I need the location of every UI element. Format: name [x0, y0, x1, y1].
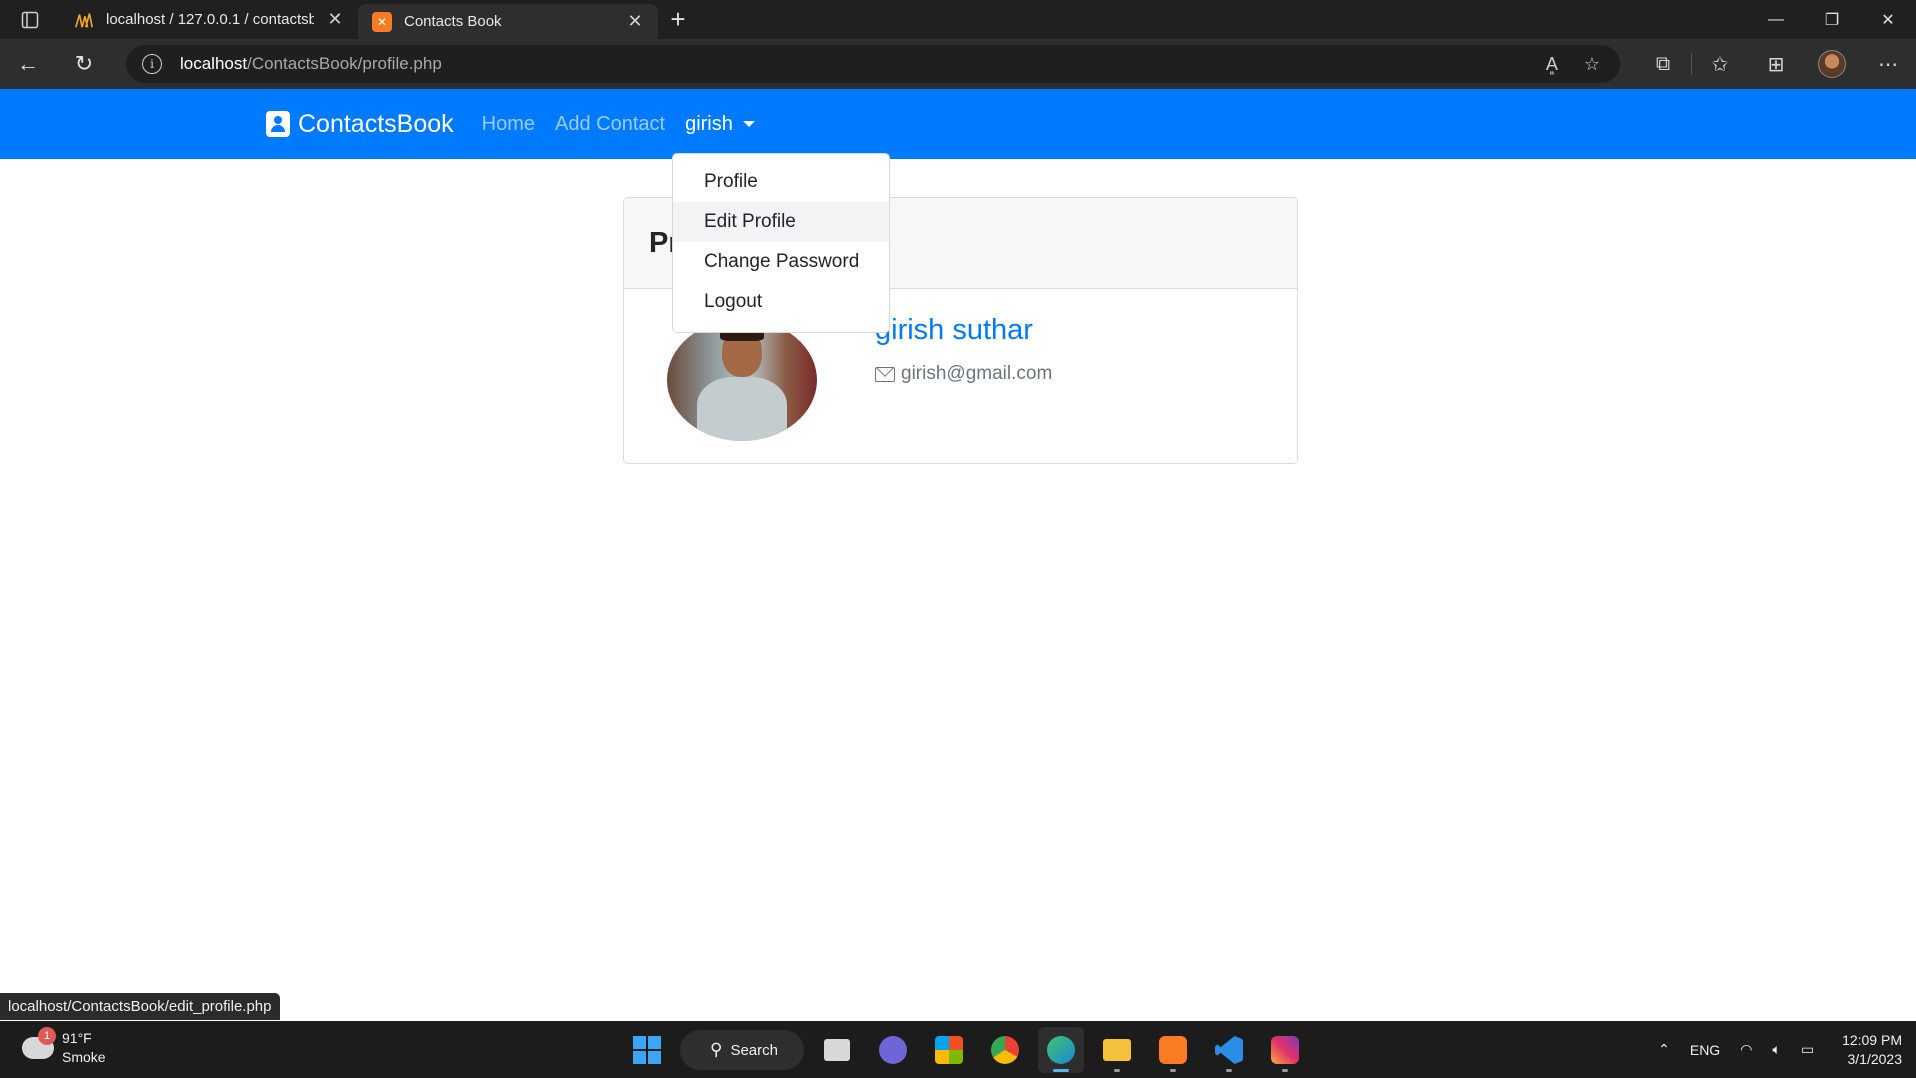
more-options-icon[interactable]: ⋯	[1860, 39, 1916, 89]
add-favorite-star-icon[interactable]: ☆	[1584, 54, 1600, 75]
back-arrow-icon[interactable]: ←	[0, 39, 56, 89]
windows-logo-icon	[633, 1036, 661, 1064]
dropdown-item-logout[interactable]: Logout	[673, 282, 889, 322]
dropdown-item-change-password[interactable]: Change Password	[673, 242, 889, 282]
nav-add-contact-link[interactable]: Add Contact	[555, 113, 665, 136]
extensions-puzzle-icon[interactable]: ⧉	[1635, 39, 1691, 89]
envelope-icon	[875, 366, 895, 382]
web-page: ContactsBook Home Add Contact girish Pr …	[0, 89, 1916, 1021]
profile-photo	[667, 319, 817, 441]
phpmyadmin-favicon-icon	[74, 10, 94, 30]
clock[interactable]: 12:09 PM 3/1/2023	[1824, 1031, 1916, 1069]
reload-icon[interactable]: ↻	[56, 39, 112, 89]
profile-name: girish suthar	[875, 314, 1033, 346]
tab-actions-icon[interactable]	[0, 0, 60, 39]
search-label: Search	[730, 1041, 778, 1059]
edge-icon[interactable]	[1038, 1027, 1084, 1073]
caret-down-icon	[742, 121, 755, 127]
avatar	[1818, 50, 1846, 78]
browser-tab-strip: localhost / 127.0.0.1 / contactsbo ✕ ✕ C…	[0, 0, 1916, 39]
browser-toolbar: ← ↻ i localhost/ContactsBook/profile.php…	[0, 39, 1916, 89]
close-tab-icon[interactable]: ✕	[326, 9, 344, 30]
weather-temp: 91°F	[62, 1030, 92, 1046]
xampp-icon[interactable]	[1150, 1027, 1196, 1073]
profile-email-row: girish@gmail.com	[875, 363, 1052, 385]
microsoft-store-icon[interactable]	[926, 1027, 972, 1073]
user-name: girish	[685, 112, 733, 135]
favorites-icon[interactable]: ✩	[1692, 39, 1748, 89]
tab-title: Contacts Book	[404, 13, 502, 30]
vscode-icon[interactable]	[1206, 1027, 1252, 1073]
contact-card-icon	[266, 111, 290, 137]
windows-taskbar: 1 91°F Smoke ⚲ Search ⌃ ENG ◠ 🔈︎ ▭ 12:09…	[0, 1021, 1916, 1078]
weather-desc: Smoke	[62, 1049, 106, 1065]
task-view-icon[interactable]	[814, 1027, 860, 1073]
read-aloud-icon[interactable]: A͈	[1546, 54, 1558, 75]
brand-link[interactable]: ContactsBook	[266, 110, 454, 139]
chevron-up-icon[interactable]: ⌃	[1648, 1041, 1680, 1058]
user-dropdown-toggle[interactable]: girish	[685, 113, 755, 136]
wifi-icon[interactable]: ◠	[1730, 1041, 1762, 1058]
teams-chat-icon[interactable]	[870, 1027, 916, 1073]
restore-icon[interactable]: ❐	[1804, 0, 1860, 39]
tab-contacts-book[interactable]: ✕ Contacts Book ✕	[358, 4, 658, 39]
chrome-icon[interactable]	[982, 1027, 1028, 1073]
taskbar-search[interactable]: ⚲ Search	[680, 1030, 804, 1070]
cloud-icon: 1	[22, 1027, 56, 1059]
brand-name: ContactsBook	[298, 109, 454, 138]
volume-icon[interactable]: 🔈︎	[1762, 1041, 1790, 1058]
url-host: localhost	[180, 54, 248, 73]
dropdown-item-profile[interactable]: Profile	[673, 162, 889, 202]
minimize-icon[interactable]: —	[1748, 0, 1804, 39]
file-explorer-icon[interactable]	[1094, 1027, 1140, 1073]
nav-home-link[interactable]: Home	[482, 113, 535, 136]
link-status-tooltip: localhost/ContactsBook/edit_profile.php	[0, 993, 280, 1020]
tab-title: localhost / 127.0.0.1 / contactsbo	[106, 11, 314, 28]
weather-widget[interactable]: 1 91°F Smoke	[22, 1027, 106, 1067]
start-button[interactable]	[624, 1027, 670, 1073]
close-tab-icon[interactable]: ✕	[626, 11, 644, 32]
weather-badge: 1	[38, 1027, 56, 1045]
collections-icon[interactable]: ⊞	[1748, 39, 1804, 89]
xampp-favicon-icon: ✕	[372, 11, 392, 32]
close-window-icon[interactable]: ✕	[1860, 0, 1916, 39]
instagram-icon[interactable]	[1262, 1027, 1308, 1073]
clock-time: 12:09 PM	[1842, 1031, 1902, 1048]
language-indicator[interactable]: ENG	[1680, 1042, 1730, 1058]
new-tab-plus-icon[interactable]: +	[658, 0, 698, 39]
address-bar[interactable]: i localhost/ContactsBook/profile.php A͈ …	[126, 45, 1620, 83]
profile-avatar-button[interactable]	[1804, 39, 1860, 89]
user-dropdown-menu: Profile Edit Profile Change Password Log…	[672, 153, 890, 333]
site-info-icon[interactable]: i	[142, 54, 162, 74]
profile-email: girish@gmail.com	[901, 363, 1053, 384]
search-icon: ⚲	[710, 1040, 723, 1059]
battery-icon[interactable]: ▭	[1791, 1041, 1824, 1058]
url-path: /ContactsBook/profile.php	[247, 54, 442, 73]
dropdown-item-edit-profile[interactable]: Edit Profile	[673, 202, 889, 242]
site-navbar: ContactsBook Home Add Contact girish	[0, 89, 1916, 159]
tab-phpmyadmin[interactable]: localhost / 127.0.0.1 / contactsbo ✕	[60, 0, 358, 39]
clock-date: 3/1/2023	[1847, 1050, 1903, 1067]
